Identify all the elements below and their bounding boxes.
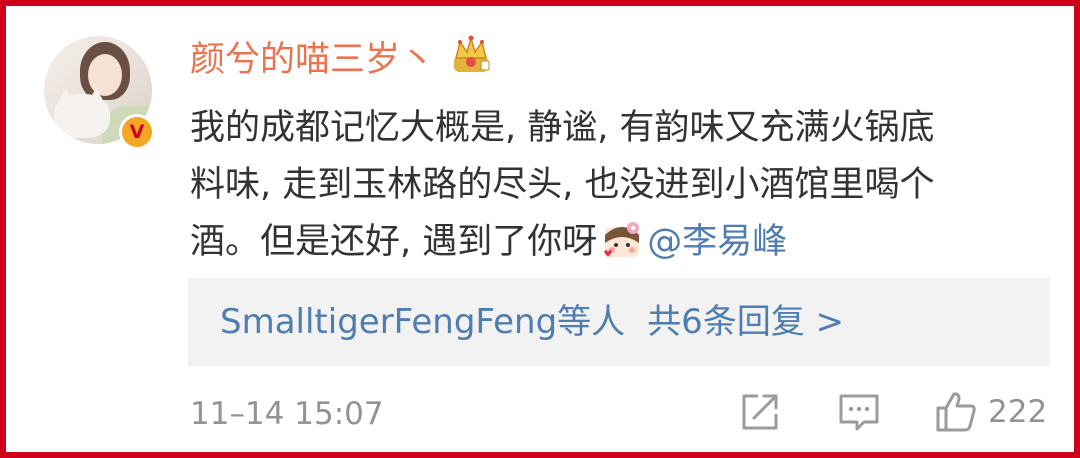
reply-names[interactable]: SmalltigerFengFeng等人 xyxy=(220,302,625,342)
highlight-frame: V 颜兮的喵三岁丶 我的成都记忆大概是, 静谧, 有韵味又充满火锅底 料味, 走… xyxy=(0,0,1080,458)
like-button[interactable]: 222 xyxy=(934,390,1047,434)
avatar-cat xyxy=(54,94,110,138)
comment-icon[interactable] xyxy=(836,390,882,434)
mention-link[interactable]: @李易峰 xyxy=(647,222,787,262)
replies-panel[interactable]: SmalltigerFengFeng等人 共6条回复 > xyxy=(188,278,1050,366)
blush-girl-emoji-icon xyxy=(604,222,640,257)
share-icon[interactable] xyxy=(738,390,782,434)
comment-line: 料味, 走到玉林路的尽头, 也没进到小酒馆里喝个 xyxy=(190,165,935,205)
crown-member-icon[interactable] xyxy=(450,34,492,76)
verified-v-icon: V xyxy=(119,114,155,150)
comment-line: 我的成都记忆大概是, 静谧, 有韵味又充满火锅底 xyxy=(190,108,935,148)
reply-count-link[interactable]: 共6条回复 > xyxy=(647,302,844,342)
comment-text: 酒。但是还好, 遇到了你呀 xyxy=(190,222,598,262)
comment-line-3: 酒。但是还好, 遇到了你呀 @李易峰 xyxy=(190,214,1050,271)
username-link[interactable]: 颜兮的喵三岁丶 xyxy=(190,40,435,80)
like-count: 222 xyxy=(988,394,1048,430)
thumbs-up-icon[interactable] xyxy=(934,390,978,434)
replies-summary[interactable]: SmalltigerFengFeng等人 共6条回复 > xyxy=(220,302,844,342)
comment-body: 我的成都记忆大概是, 静谧, 有韵味又充满火锅底 料味, 走到玉林路的尽头, 也… xyxy=(190,100,1050,271)
comment-timestamp: 11–14 15:07 xyxy=(190,396,384,432)
